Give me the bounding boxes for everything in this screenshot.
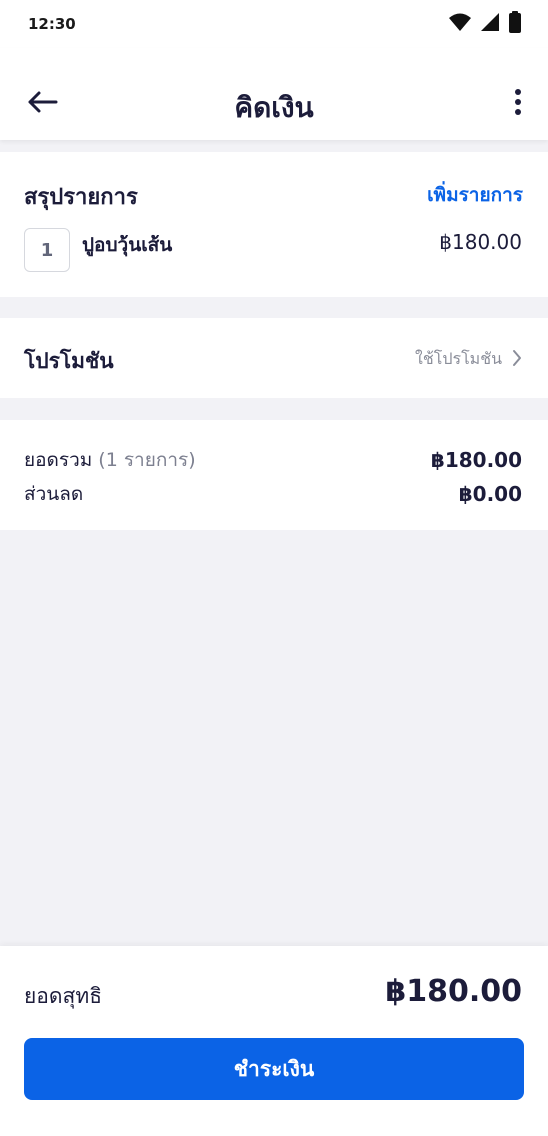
page-title: คิดเงิน [234, 91, 314, 124]
discount-row: ส่วนลด ฿0.00 [24, 480, 522, 508]
item-name: ปูอบวุ้นเส้น [82, 234, 173, 256]
discount-value: ฿0.00 [458, 482, 522, 506]
use-promotion-label: ใช้โปรโมชัน [415, 349, 502, 368]
chevron-right-icon [512, 349, 522, 371]
subtotal-value: ฿180.00 [430, 448, 522, 472]
status-bar: 12:30 [0, 0, 548, 48]
add-items-link[interactable]: เพิ่มรายการ [427, 180, 523, 210]
status-icons [448, 11, 522, 37]
status-time: 12:30 [28, 15, 76, 33]
pay-button[interactable]: ชำระเงิน [24, 1038, 524, 1100]
subtotal-count: (1 รายการ) [98, 449, 196, 471]
promotion-row[interactable]: โปรโมชัน ใช้โปรโมชัน [0, 318, 548, 398]
subtotal-label-group: ยอดรวม (1 รายการ) [24, 445, 196, 475]
app-bar: คิดเงิน [0, 48, 548, 140]
use-promotion-link[interactable]: ใช้โปรโมชัน [415, 347, 522, 372]
order-item-row[interactable]: 1 ปูอบวุ้นเส้น ฿180.00 [24, 228, 522, 272]
totals-card: ยอดรวม (1 รายการ) ฿180.00 ส่วนลด ฿0.00 [0, 420, 548, 530]
promotion-title: โปรโมชัน [24, 349, 114, 373]
summary-title: สรุปรายการ [24, 185, 138, 210]
subtotal-label: ยอดรวม [24, 449, 93, 471]
signal-icon [480, 12, 500, 36]
net-total-value: ฿180.00 [385, 974, 522, 1009]
battery-icon [508, 11, 522, 37]
item-price: ฿180.00 [439, 230, 522, 254]
order-summary-card: สรุปรายการ เพิ่มรายการ 1 ปูอบวุ้นเส้น ฿1… [0, 152, 548, 297]
discount-label: ส่วนลด [24, 483, 84, 505]
wifi-icon [448, 12, 472, 36]
more-options-button[interactable] [506, 88, 530, 120]
checkout-footer: ยอดสุทธิ ฿180.00 ชำระเงิน [0, 946, 548, 1136]
more-vertical-icon [514, 88, 522, 120]
item-quantity[interactable]: 1 [24, 228, 70, 272]
subtotal-row: ยอดรวม (1 รายการ) ฿180.00 [24, 446, 522, 474]
net-total-label: ยอดสุทธิ [24, 984, 103, 1008]
